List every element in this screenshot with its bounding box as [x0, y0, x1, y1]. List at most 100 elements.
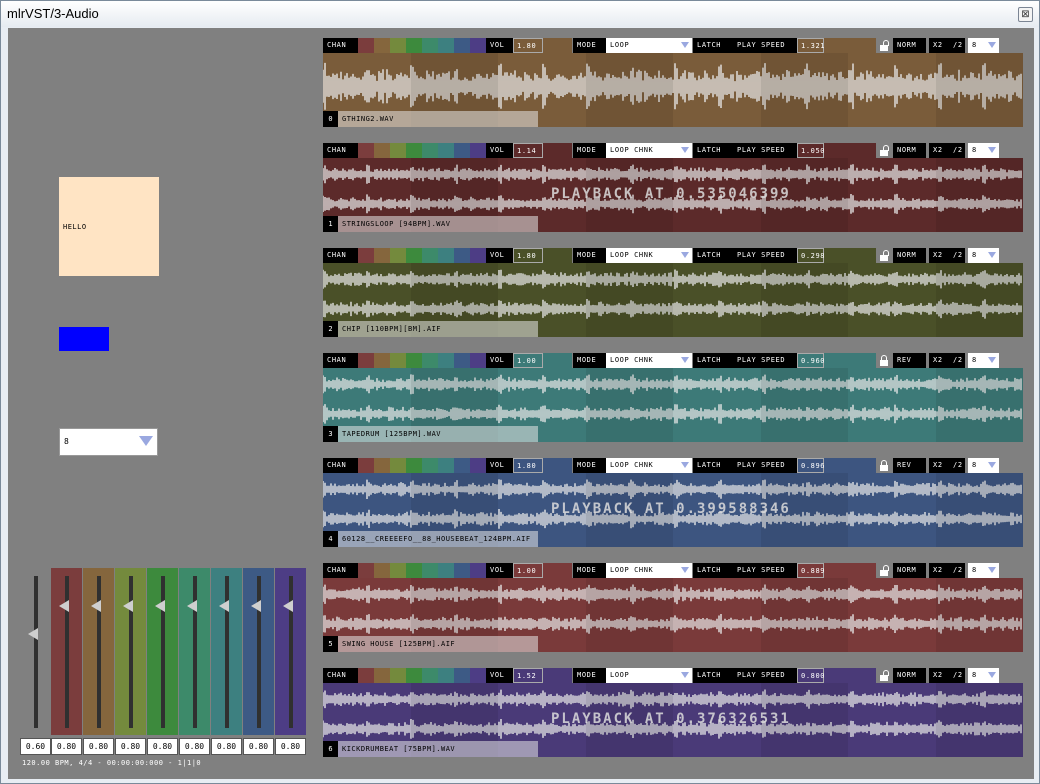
channel-swatch-5[interactable] — [422, 353, 438, 368]
channel-swatch-4[interactable] — [406, 353, 422, 368]
x2-button[interactable]: X2 — [929, 38, 949, 53]
fader-2[interactable]: 0.80 — [83, 568, 114, 755]
play-speed-field[interactable]: 0.800 — [797, 668, 824, 683]
fader-6[interactable]: 0.80 — [211, 568, 242, 755]
channel-swatch-6[interactable] — [438, 563, 454, 578]
lock-icon[interactable] — [880, 145, 889, 156]
volume-field[interactable]: 1.00 — [513, 563, 543, 578]
channel-swatch-4[interactable] — [406, 38, 422, 53]
latch-button[interactable]: LATCH — [693, 353, 733, 368]
fader-thumb[interactable] — [123, 600, 133, 612]
fader-value[interactable]: 0.80 — [211, 738, 242, 755]
fader-4[interactable]: 0.80 — [147, 568, 178, 755]
close-button[interactable]: ⊠ — [1018, 7, 1033, 22]
latch-button[interactable]: LATCH — [693, 563, 733, 578]
channel-swatch-6[interactable] — [438, 38, 454, 53]
channel-swatch-2[interactable] — [374, 668, 390, 683]
channel-swatch-6[interactable] — [438, 668, 454, 683]
title-bar[interactable]: mlrVST/3-Audio ⊠ — [1, 1, 1039, 27]
fader-0[interactable]: 0.60 — [20, 568, 51, 755]
volume-field[interactable]: 1.14 — [513, 143, 543, 158]
fader-value[interactable]: 0.80 — [51, 738, 82, 755]
channel-swatch-1[interactable] — [358, 563, 374, 578]
x2-button[interactable]: X2 — [929, 353, 949, 368]
volume-field[interactable]: 1.80 — [513, 38, 543, 53]
channel-swatch-2[interactable] — [374, 353, 390, 368]
lock-icon[interactable] — [880, 250, 889, 261]
division-select[interactable]: 8 — [968, 458, 999, 473]
fader-5[interactable]: 0.80 — [179, 568, 210, 755]
channel-swatch-4[interactable] — [406, 248, 422, 263]
channel-swatch-4[interactable] — [406, 668, 422, 683]
division-select[interactable]: 8 — [968, 353, 999, 368]
x2-button[interactable]: X2 — [929, 248, 949, 263]
channel-swatch-7[interactable] — [454, 458, 470, 473]
latch-button[interactable]: LATCH — [693, 38, 733, 53]
play-speed-field[interactable]: 0.960 — [797, 353, 824, 368]
channel-swatch-7[interactable] — [454, 38, 470, 53]
latch-button[interactable]: LATCH — [693, 458, 733, 473]
fader-value[interactable]: 0.60 — [20, 738, 51, 755]
fader-thumb[interactable] — [91, 600, 101, 612]
half-button[interactable]: /2 — [949, 143, 965, 158]
mode-select[interactable]: LOOP — [606, 668, 692, 683]
channel-swatch-2[interactable] — [374, 458, 390, 473]
direction-button[interactable]: NORM — [893, 143, 926, 158]
channel-swatch-5[interactable] — [422, 248, 438, 263]
mode-select[interactable]: LOOP CHNK — [606, 143, 692, 158]
lock-icon[interactable] — [880, 670, 889, 681]
fader-1[interactable]: 0.80 — [51, 568, 82, 755]
channel-swatch-8[interactable] — [470, 668, 486, 683]
latch-button[interactable]: LATCH — [693, 248, 733, 263]
channel-swatch-5[interactable] — [422, 668, 438, 683]
fader-value[interactable]: 0.80 — [147, 738, 178, 755]
channel-swatch-7[interactable] — [454, 668, 470, 683]
half-button[interactable]: /2 — [949, 38, 965, 53]
channel-swatch-3[interactable] — [390, 563, 406, 578]
channel-swatch-7[interactable] — [454, 248, 470, 263]
volume-field[interactable]: 1.80 — [513, 458, 543, 473]
channel-swatch-4[interactable] — [406, 458, 422, 473]
division-select[interactable]: 8 — [968, 563, 999, 578]
play-speed-field[interactable]: 0.896 — [797, 458, 824, 473]
channel-swatch-3[interactable] — [390, 248, 406, 263]
direction-button[interactable]: NORM — [893, 668, 926, 683]
volume-field[interactable]: 1.80 — [513, 248, 543, 263]
half-button[interactable]: /2 — [949, 563, 965, 578]
half-button[interactable]: /2 — [949, 353, 965, 368]
channel-swatch-5[interactable] — [422, 143, 438, 158]
channel-swatch-3[interactable] — [390, 38, 406, 53]
channel-swatch-4[interactable] — [406, 143, 422, 158]
fader-value[interactable]: 0.80 — [243, 738, 274, 755]
x2-button[interactable]: X2 — [929, 458, 949, 473]
mode-select[interactable]: LOOP CHNK — [606, 458, 692, 473]
channel-swatch-1[interactable] — [358, 248, 374, 263]
channel-swatch-1[interactable] — [358, 458, 374, 473]
x2-button[interactable]: X2 — [929, 143, 949, 158]
fader-thumb[interactable] — [59, 600, 69, 612]
channel-swatch-3[interactable] — [390, 353, 406, 368]
play-speed-field[interactable]: 0.889 — [797, 563, 824, 578]
fader-3[interactable]: 0.80 — [115, 568, 146, 755]
lock-icon[interactable] — [880, 355, 888, 366]
half-button[interactable]: /2 — [949, 668, 965, 683]
channel-swatch-2[interactable] — [374, 248, 390, 263]
channel-swatch-7[interactable] — [454, 563, 470, 578]
fader-thumb[interactable] — [155, 600, 165, 612]
channel-swatch-8[interactable] — [470, 248, 486, 263]
x2-button[interactable]: X2 — [929, 563, 949, 578]
channel-swatch-7[interactable] — [454, 353, 470, 368]
fader-value[interactable]: 0.80 — [179, 738, 210, 755]
channel-swatch-8[interactable] — [470, 353, 486, 368]
channel-swatch-8[interactable] — [470, 458, 486, 473]
volume-field[interactable]: 1.52 — [513, 668, 543, 683]
channel-swatch-1[interactable] — [358, 668, 374, 683]
division-select[interactable]: 8 — [968, 38, 999, 53]
channel-swatch-1[interactable] — [358, 38, 374, 53]
division-select[interactable]: 8 — [968, 668, 999, 683]
channel-swatch-5[interactable] — [422, 563, 438, 578]
division-select[interactable]: 8 — [968, 248, 999, 263]
channel-swatch-1[interactable] — [358, 143, 374, 158]
play-speed-field[interactable]: 1.050 — [797, 143, 824, 158]
mode-select[interactable]: LOOP CHNK — [606, 353, 692, 368]
